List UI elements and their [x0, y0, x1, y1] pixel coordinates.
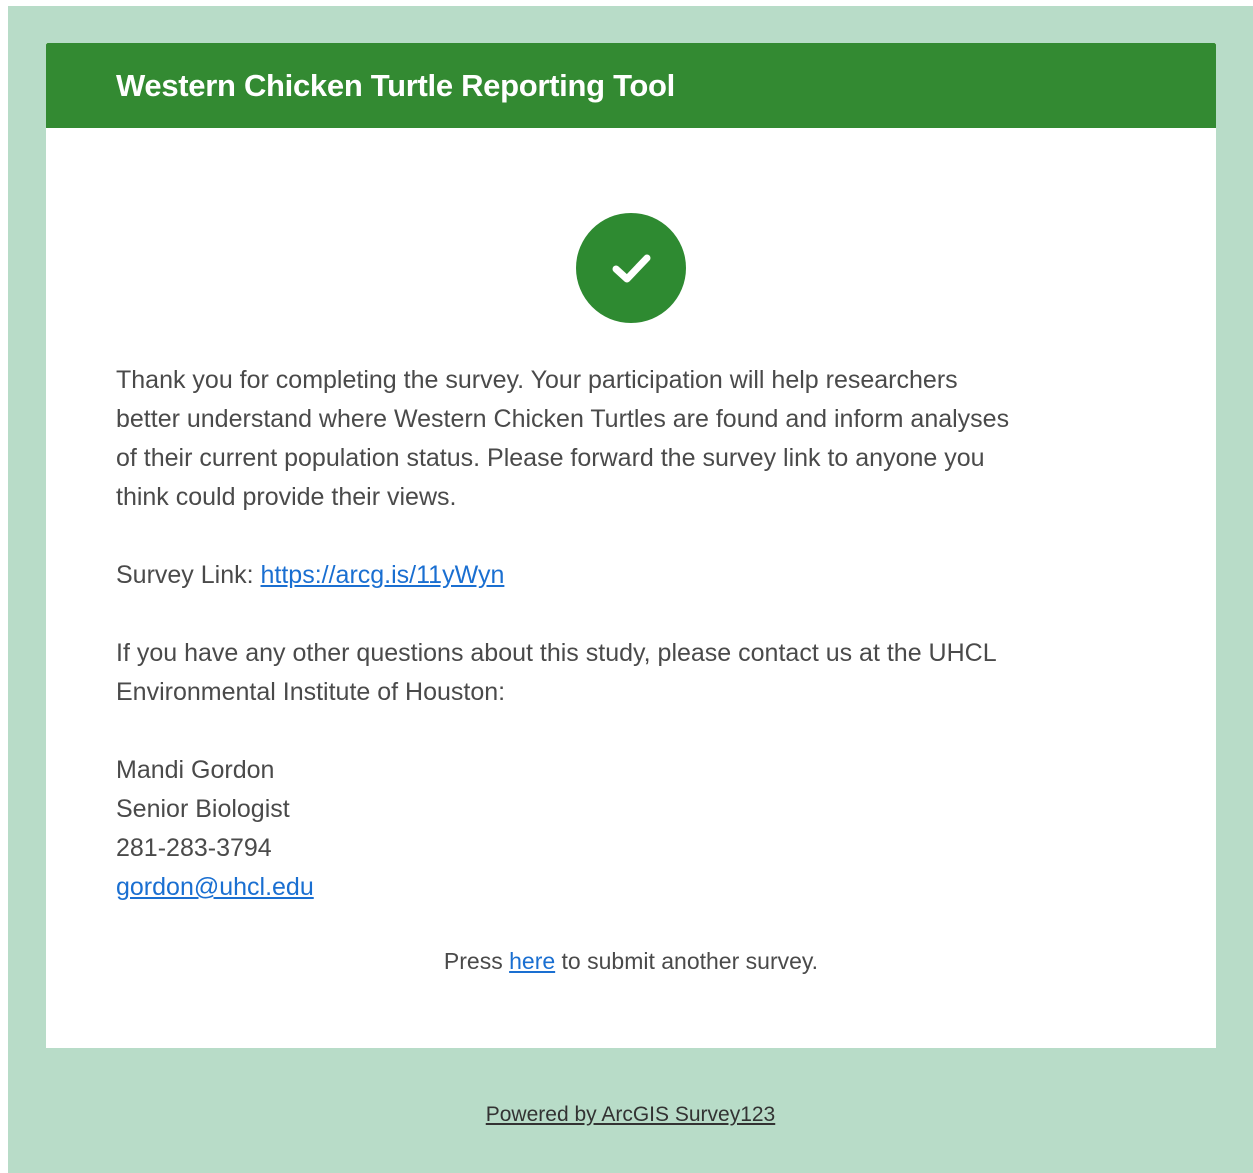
contact-name: Mandi Gordon — [116, 756, 275, 784]
contact-block: Mandi Gordon Senior Biologist 281-283-37… — [116, 751, 1136, 907]
thank-you-line: better understand where Western Chicken … — [116, 405, 1010, 433]
thank-you-line: Thank you for completing the survey. You… — [116, 366, 958, 394]
card-header: Western Chicken Turtle Reporting Tool — [46, 43, 1216, 128]
message-body: Thank you for completing the survey. You… — [116, 361, 1136, 907]
survey-link[interactable]: https://arcg.is/11yWyn — [261, 561, 505, 589]
thank-you-paragraph: Thank you for completing the survey. You… — [116, 361, 1136, 517]
contact-phone: 281-283-3794 — [116, 834, 272, 862]
resubmit-prefix: Press — [443, 948, 510, 974]
contact-intro-line: Environmental Institute of Houston: — [116, 678, 506, 706]
contact-email-link[interactable]: gordon@uhcl.edu — [116, 873, 314, 901]
survey-link-line: Survey Link: https://arcg.is/11yWyn — [116, 556, 1136, 595]
checkmark-icon — [612, 254, 651, 283]
thank-you-card: Western Chicken Turtle Reporting Tool Th… — [46, 43, 1216, 1048]
powered-by-link[interactable]: Powered by ArcGIS Survey123 — [486, 1103, 775, 1126]
survey-link-label: Survey Link: — [116, 561, 261, 589]
contact-intro-line: If you have any other questions about th… — [116, 639, 997, 667]
thank-you-line: think could provide their views. — [116, 483, 457, 511]
thank-you-line: of their current population status. Plea… — [116, 444, 985, 472]
contact-title: Senior Biologist — [116, 795, 290, 823]
resubmit-line: Press here to submit another survey. — [46, 943, 1216, 979]
resubmit-link[interactable]: here — [509, 948, 555, 974]
checkmark-circle-icon — [576, 213, 686, 323]
resubmit-suffix: to submit another survey. — [555, 948, 819, 974]
powered-by-footer: Powered by ArcGIS Survey123 — [8, 1097, 1253, 1133]
contact-intro-paragraph: If you have any other questions about th… — [116, 634, 1136, 712]
survey-title: Western Chicken Turtle Reporting Tool — [116, 68, 675, 103]
